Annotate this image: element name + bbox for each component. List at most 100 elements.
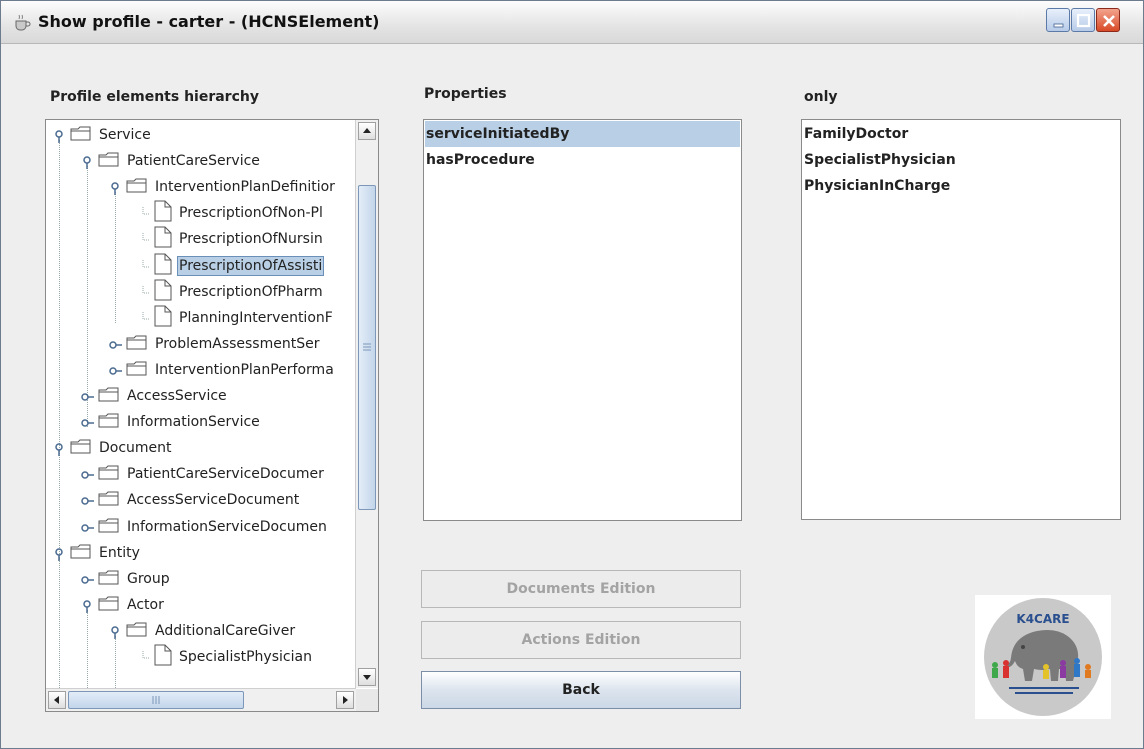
value-item-specialist-physician[interactable]: SpecialistPhysician (803, 147, 1119, 173)
property-item-has-procedure[interactable]: hasProcedure (425, 147, 740, 173)
tree-guide-line (87, 609, 88, 688)
value-item-family-doctor[interactable]: FamilyDoctor (803, 121, 1119, 147)
document-icon (154, 200, 172, 226)
tree-vertical-scrollbar[interactable] (355, 120, 378, 688)
expanded-handle-icon[interactable] (52, 441, 66, 457)
folder-icon (70, 438, 92, 458)
minimize-button[interactable] (1046, 8, 1070, 32)
tree-node-label: PrescriptionOfNon-Pl (179, 205, 323, 222)
expanded-handle-icon[interactable] (108, 180, 122, 196)
tree-leaf-node[interactable]: SpecialistPhysician (136, 644, 314, 670)
expanded-handle-icon[interactable] (52, 546, 66, 561)
actions-edition-button[interactable]: Actions Edition (421, 621, 741, 659)
properties-label: Properties (424, 86, 507, 102)
tree-folder-node[interactable]: PatientCareService (80, 150, 262, 172)
k4care-logo-graphic: K4CARE (984, 598, 1102, 716)
horizontal-scroll-thumb[interactable] (68, 691, 244, 709)
tree-leaf-node[interactable]: PrescriptionOfPharm (136, 279, 325, 305)
folder-icon (126, 177, 148, 197)
title-bar[interactable]: Show profile - carter - (HCNSElement) (1, 1, 1143, 44)
tree-node-label: PatientCareService (127, 153, 260, 170)
tree-folder-node[interactable]: Group (80, 568, 172, 590)
tree-folder-node[interactable]: Actor (80, 594, 166, 616)
tree-folder-node[interactable]: InterventionPlanPerforma (108, 359, 336, 381)
tree-node-label: InformationService (127, 414, 260, 431)
tree-leaf-node[interactable]: PrescriptionOfAssisti (136, 253, 325, 279)
arrow-down-icon (363, 675, 371, 680)
folder-icon (98, 595, 120, 615)
maximize-button[interactable] (1071, 8, 1095, 32)
tree-viewport[interactable]: Service PatientCareService InterventionPla… (46, 120, 356, 688)
values-list[interactable]: FamilyDoctor SpecialistPhysician Physici… (801, 119, 1121, 520)
tree-node-label: SpecialistPhysician (179, 649, 312, 665)
expanded-handle-icon[interactable] (80, 154, 94, 170)
collapsed-handle-icon[interactable] (80, 467, 94, 481)
tree-folder-node[interactable]: AccessService (80, 385, 229, 407)
tree-folder-node[interactable]: Document (52, 437, 174, 459)
collapsed-handle-icon[interactable] (108, 337, 122, 351)
window-title: Show profile - carter - (HCNSElement) (38, 12, 380, 31)
tree-folder-node[interactable]: AdditionalCareGiver (108, 620, 297, 642)
tree-node-label: AdditionalCareGiver (155, 622, 296, 639)
k4care-logo: K4CARE (975, 595, 1111, 719)
tree-folder-node[interactable]: PatientCareServiceDocumer (80, 463, 326, 485)
tree-connector (136, 311, 150, 325)
tree-node-label: InterventionPlanPerforma (155, 361, 334, 378)
arrow-up-icon (363, 128, 371, 133)
document-icon (154, 279, 172, 305)
tree-horizontal-scrollbar[interactable] (46, 688, 356, 711)
collapsed-handle-icon[interactable] (80, 572, 94, 586)
folder-icon (126, 621, 148, 641)
profile-tree[interactable]: Service PatientCareService InterventionPla… (45, 119, 379, 712)
tree-node-label: Actor (127, 596, 164, 613)
scroll-down-button[interactable] (358, 668, 376, 686)
tree-leaf-node[interactable]: PrescriptionOfNon-Pl (136, 200, 325, 226)
tree-node-label: Document (99, 440, 172, 457)
folder-icon (70, 125, 92, 145)
folder-icon (70, 543, 92, 563)
close-icon (1103, 15, 1115, 27)
expanded-handle-icon[interactable] (80, 598, 94, 613)
scroll-right-button[interactable] (336, 691, 354, 709)
tree-folder-node[interactable]: Service (52, 124, 153, 146)
tree-connector (136, 650, 150, 664)
folder-icon (98, 386, 120, 406)
expanded-handle-icon[interactable] (52, 128, 66, 143)
collapsed-handle-icon[interactable] (80, 493, 94, 507)
back-button[interactable]: Back (421, 671, 741, 709)
property-item-service-initiated-by[interactable]: serviceInitiatedBy (425, 121, 740, 147)
folder-icon (126, 360, 148, 380)
scroll-thumb[interactable] (358, 185, 376, 510)
document-icon (154, 253, 172, 279)
tree-folder-node[interactable]: InformationService (80, 411, 262, 433)
collapsed-handle-icon[interactable] (80, 520, 94, 534)
scroll-up-button[interactable] (358, 122, 376, 140)
document-icon (154, 305, 172, 331)
collapsed-handle-icon[interactable] (80, 415, 94, 429)
hierarchy-label: Profile elements hierarchy (50, 89, 259, 105)
tree-folder-node[interactable]: AccessServiceDocument (80, 489, 301, 511)
tree-node-label: PatientCareServiceDocumer (127, 466, 324, 483)
folder-icon (98, 151, 120, 171)
document-icon (154, 644, 172, 670)
java-cup-icon (15, 14, 31, 31)
collapsed-handle-icon[interactable] (80, 389, 94, 403)
scroll-left-button[interactable] (48, 691, 66, 709)
collapsed-handle-icon[interactable] (108, 363, 122, 377)
tree-leaf-node[interactable]: PrescriptionOfNursin (136, 226, 325, 250)
expanded-handle-icon[interactable] (108, 624, 122, 639)
tree-leaf-node[interactable]: PlanningInterventionF (136, 305, 335, 331)
close-button[interactable] (1096, 8, 1120, 32)
tree-node-label: AccessServiceDocument (127, 492, 300, 509)
documents-edition-button[interactable]: Documents Edition (421, 570, 741, 608)
properties-list[interactable]: serviceInitiatedBy hasProcedure (423, 119, 742, 521)
value-item-physician-in-charge[interactable]: PhysicianInCharge (803, 173, 1119, 199)
tree-folder-node[interactable]: InterventionPlanDefinitior (108, 176, 337, 198)
tree-folder-node[interactable]: ProblemAssessmentSer (108, 333, 321, 355)
tree-folder-node[interactable]: InformationServiceDocumen (80, 516, 329, 538)
folder-icon (98, 569, 120, 589)
tree-folder-node[interactable]: Entity (52, 542, 142, 564)
tree-node-label: InterventionPlanDefinitior (155, 179, 335, 196)
tree-node-label: Group (127, 570, 170, 587)
tree-guide-line (115, 192, 116, 323)
